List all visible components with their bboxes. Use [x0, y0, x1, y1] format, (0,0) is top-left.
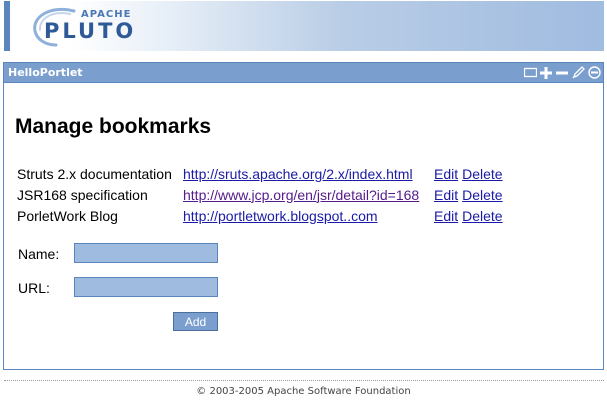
footer-copyright: © 2003-2005 Apache Software Foundation [196, 386, 411, 397]
bookmark-url-link[interactable]: http://portletwork.blogspot..com [183, 208, 378, 224]
portlet-body: Manage bookmarks Struts 2.x documentatio… [4, 83, 603, 369]
name-input[interactable] [74, 243, 218, 263]
portlet-titlebar: HelloPortlet [4, 63, 603, 83]
bookmark-name: PorletWork Blog [17, 207, 118, 224]
edit-icon[interactable] [571, 66, 585, 80]
minimize-icon[interactable] [523, 66, 537, 80]
url-input[interactable] [74, 277, 218, 297]
add-button[interactable]: Add [173, 312, 218, 331]
pluto-logo[interactable]: APACHE PLUTO [30, 7, 140, 47]
delete-bookmark-link[interactable]: Delete [462, 166, 502, 182]
delete-bookmark-link[interactable]: Delete [462, 208, 502, 224]
bookmarks-table: Struts 2.x documentation http://sruts.ap… [17, 163, 507, 226]
edit-bookmark-link[interactable]: Edit [434, 187, 458, 203]
bookmark-url-link[interactable]: http://sruts.apache.org/2.x/index.html [183, 166, 413, 182]
edit-bookmark-link[interactable]: Edit [434, 166, 458, 182]
maximize-icon[interactable] [539, 66, 553, 80]
url-label: URL: [18, 280, 50, 296]
footer-divider [4, 380, 604, 381]
portal-header: APACHE PLUTO [4, 1, 604, 51]
hello-portlet-window: HelloPortlet Manage bookmarks Struts 2.x… [3, 62, 604, 370]
table-row: JSR168 specification http://www.jcp.org/… [17, 184, 507, 205]
help-icon[interactable] [587, 66, 601, 80]
pluto-portal-page: APACHE PLUTO HelloPortlet Manage bookmar… [0, 0, 607, 401]
bookmark-name: Struts 2.x documentation [17, 165, 172, 182]
bookmark-url-link[interactable]: http://www.jcp.org/en/jsr/detail?id=168 [183, 187, 419, 203]
table-row: PorletWork Blog http://portletwork.blogs… [17, 205, 507, 226]
name-label: Name: [18, 246, 60, 262]
bookmark-name: JSR168 specification [17, 186, 148, 203]
page-heading: Manage bookmarks [15, 115, 212, 138]
restore-icon[interactable] [555, 66, 569, 80]
portlet-window-controls [523, 65, 601, 80]
logo-pluto-text: PLUTO [44, 19, 137, 43]
delete-bookmark-link[interactable]: Delete [462, 187, 502, 203]
portlet-title: HelloPortlet [8, 66, 83, 79]
table-row: Struts 2.x documentation http://sruts.ap… [17, 163, 507, 184]
edit-bookmark-link[interactable]: Edit [434, 208, 458, 224]
